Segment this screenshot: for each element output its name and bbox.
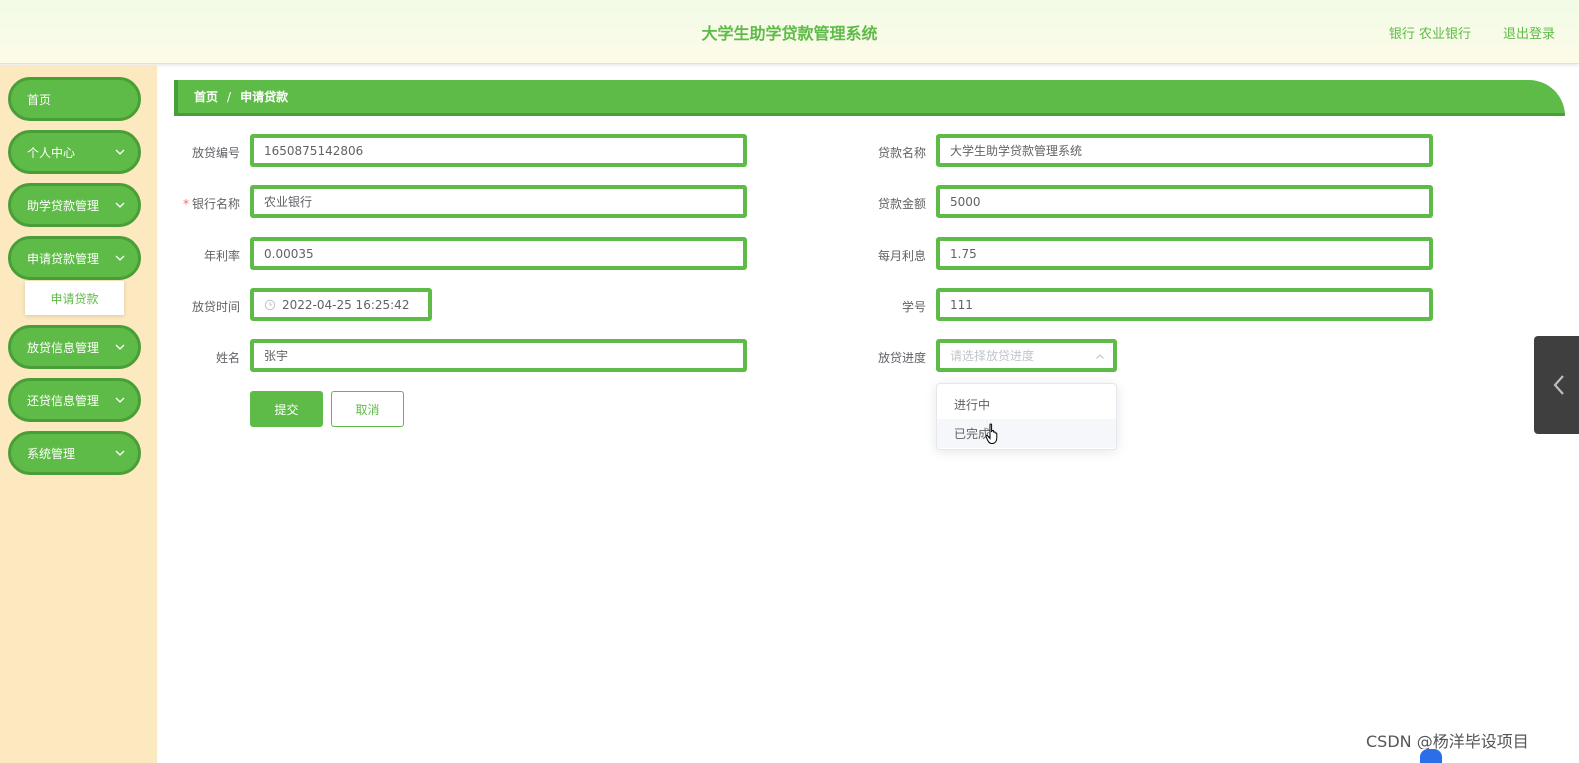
progress-option-completed[interactable]: 已完成 (937, 419, 1116, 448)
student-no-label: 学号 (901, 300, 926, 314)
loan-amount-field[interactable]: 5000 (936, 185, 1433, 218)
name-label: 姓名 (215, 351, 240, 365)
name-field[interactable]: 张宇 (250, 339, 747, 372)
loan-no-field[interactable]: 1650875142806 (250, 134, 747, 167)
hand-cursor-icon (985, 423, 998, 444)
progress-label: 放贷进度 (877, 351, 926, 365)
sidebar-item-personal-center[interactable]: 个人中心 (8, 130, 141, 174)
sidebar-item-loan-management[interactable]: 助学贷款管理 (8, 183, 141, 227)
ime-badge (1420, 749, 1442, 763)
annual-rate-label: 年利率 (203, 249, 240, 263)
submit-button[interactable]: 提交 (250, 391, 323, 427)
breadcrumb: 首页 / 申请贷款 (174, 80, 1565, 116)
chevron-down-icon (115, 344, 125, 350)
name-value: 张宇 (264, 349, 289, 363)
monthly-interest-value: 1.75 (950, 246, 977, 261)
clock-icon (264, 299, 276, 310)
bank-name-field[interactable]: 农业银行 (250, 185, 747, 218)
sidebar-item-label: 放贷信息管理 (27, 340, 100, 355)
student-no-value: 111 (950, 297, 973, 312)
sidebar-item-label: 还贷信息管理 (27, 393, 100, 408)
loan-name-field[interactable]: 大学生助学贷款管理系统 (936, 134, 1433, 167)
sidebar-item-label: 助学贷款管理 (27, 198, 100, 213)
cancel-button[interactable]: 取消 (331, 391, 404, 427)
progress-dropdown: 进行中 已完成 (936, 383, 1117, 450)
monthly-interest-label: 每月利息 (877, 249, 926, 263)
loan-time-value: 2022-04-25 16:25:42 (282, 297, 410, 312)
app-title: 大学生助学贷款管理系统 (701, 24, 878, 43)
bank-name-label: * 银行名称 (182, 197, 240, 211)
ime-toolbar (1420, 749, 1579, 763)
sidebar-item-label: 系统管理 (27, 446, 76, 461)
chevron-down-icon (115, 450, 125, 456)
chevron-down-icon (115, 202, 125, 208)
progress-option-in-progress[interactable]: 进行中 (937, 390, 1116, 419)
bank-name-value: 农业银行 (264, 195, 313, 209)
annual-rate-value: 0.00035 (264, 246, 314, 261)
chevron-left-icon (1553, 375, 1564, 395)
submenu-item-apply-loan[interactable]: 申请贷款 (25, 281, 124, 315)
required-mark: * (182, 197, 189, 211)
loan-amount-label: 贷款金额 (877, 197, 926, 211)
current-user-label: 银行 农业银行 (1388, 27, 1471, 42)
annual-rate-field[interactable]: 0.00035 (250, 237, 747, 270)
breadcrumb-home[interactable]: 首页 (194, 88, 218, 105)
sidebar-item-label: 申请贷款管理 (27, 251, 100, 266)
loan-time-picker[interactable]: 2022-04-25 16:25:42 (250, 288, 432, 321)
panel-toggle-handle[interactable] (1534, 336, 1579, 434)
sidebar-item-label: 首页 (27, 92, 52, 107)
top-header: 大学生助学贷款管理系统 银行 农业银行 退出登录 (0, 0, 1579, 64)
breadcrumb-current: 申请贷款 (240, 90, 289, 104)
breadcrumb-separator: / (227, 89, 232, 104)
student-no-field[interactable]: 111 (936, 288, 1433, 321)
sidebar-item-system-management[interactable]: 系统管理 (8, 431, 141, 475)
monthly-interest-field[interactable]: 1.75 (936, 237, 1433, 270)
loan-no-value: 1650875142806 (264, 143, 364, 158)
progress-select[interactable]: 请选择放贷进度 (936, 339, 1117, 372)
sidebar-item-disbursement-management[interactable]: 放贷信息管理 (8, 325, 141, 369)
loan-time-label: 放贷时间 (191, 300, 240, 314)
sidebar-item-repayment-management[interactable]: 还贷信息管理 (8, 378, 141, 422)
chevron-down-icon (115, 397, 125, 403)
loan-name-value: 大学生助学贷款管理系统 (950, 144, 1083, 158)
sidebar-item-home[interactable]: 首页 (8, 77, 141, 121)
chevron-down-icon (115, 149, 125, 155)
progress-placeholder: 请选择放贷进度 (950, 349, 1035, 363)
logout-link[interactable]: 退出登录 (1503, 23, 1555, 42)
chevron-up-icon (1096, 354, 1104, 359)
loan-no-label: 放贷编号 (191, 146, 240, 160)
loan-amount-value: 5000 (950, 194, 981, 209)
loan-name-label: 贷款名称 (877, 146, 926, 160)
sidebar-item-label: 个人中心 (27, 145, 76, 160)
sidebar-item-apply-loan-management[interactable]: 申请贷款管理 (8, 236, 141, 280)
chevron-down-icon (115, 255, 125, 261)
